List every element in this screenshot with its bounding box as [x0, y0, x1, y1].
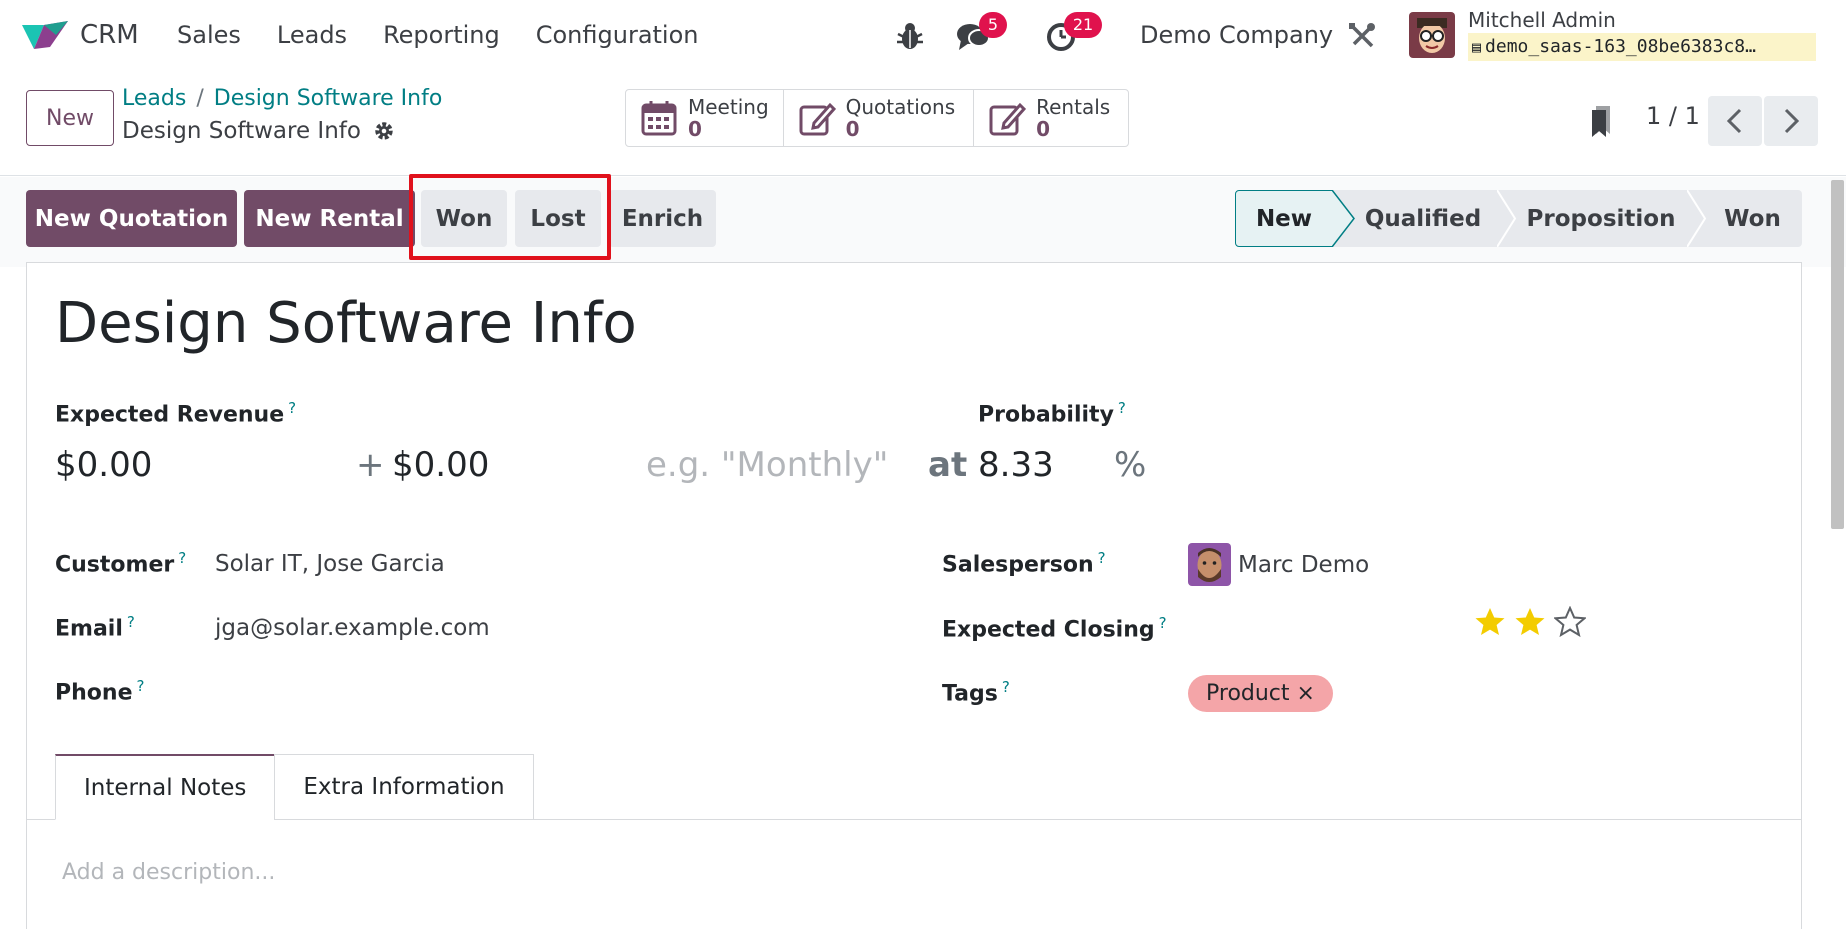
top-navbar: CRM Sales Leads Reporting Configuration …: [0, 0, 1846, 72]
record-title: Design Software Info: [122, 118, 395, 144]
main-menu: Sales Leads Reporting Configuration: [177, 21, 699, 49]
menu-leads[interactable]: Leads: [277, 21, 347, 49]
quotations-count: 0: [845, 117, 860, 141]
menu-configuration[interactable]: Configuration: [536, 21, 699, 49]
stage-arrow-active: [1332, 190, 1355, 247]
messages-badge: 5: [979, 12, 1007, 38]
recurring-revenue-input[interactable]: $0.00: [392, 445, 489, 485]
priority-stars: [1474, 606, 1586, 638]
rentals-count: 0: [1036, 117, 1051, 141]
percent-sign: %: [1114, 445, 1147, 485]
new-rental-button[interactable]: New Rental: [244, 190, 415, 247]
chevron-left-icon: [1726, 108, 1742, 134]
stage-qualified[interactable]: Qualified: [1333, 190, 1499, 247]
tags-label: Tags?: [942, 678, 1010, 707]
user-avatar[interactable]: [1409, 12, 1455, 58]
salesperson-input[interactable]: Marc Demo: [1238, 552, 1369, 578]
database-icon: ▤: [1472, 38, 1482, 56]
database-name: ▤ demo_saas-163_08be6383c8…: [1468, 33, 1816, 61]
app-name[interactable]: CRM: [80, 20, 139, 50]
breadcrumb: Leads / Design Software Info: [122, 86, 442, 111]
probability-input[interactable]: 8.33: [978, 445, 1054, 485]
notebook-tabs: Internal Notes Extra Information: [55, 754, 534, 820]
calendar-icon: [641, 101, 677, 136]
chevron-right-icon: [1784, 108, 1800, 134]
email-label: Email?: [55, 613, 135, 642]
user-name[interactable]: Mitchell Admin: [1468, 8, 1616, 32]
breadcrumb-current[interactable]: Design Software Info: [214, 86, 443, 111]
highlight-annotation: [409, 174, 611, 260]
phone-label: Phone?: [55, 677, 145, 706]
tab-internal-notes[interactable]: Internal Notes: [55, 754, 276, 820]
customer-label: Customer?: [55, 549, 187, 578]
recurring-plan-input[interactable]: e.g. "Monthly": [646, 445, 888, 485]
pager-next-button[interactable]: [1764, 96, 1818, 146]
gear-icon[interactable]: [373, 120, 395, 142]
crm-logo-icon[interactable]: [20, 19, 70, 53]
bug-icon[interactable]: [892, 18, 928, 54]
product-tag[interactable]: Product ×: [1188, 675, 1333, 712]
menu-reporting[interactable]: Reporting: [383, 21, 500, 49]
record-title-text: Design Software Info: [122, 118, 361, 144]
expected-closing-input[interactable]: [1188, 614, 1448, 644]
rentals-label: Rentals: [1036, 95, 1111, 119]
expected-closing-label: Expected Closing?: [942, 614, 1167, 643]
meeting-label: Meeting: [688, 95, 769, 119]
quotations-label: Quotations: [845, 95, 956, 119]
lead-name-field[interactable]: Design Software Info: [55, 291, 637, 356]
breadcrumb-leads[interactable]: Leads: [122, 86, 186, 111]
new-record-button[interactable]: New: [26, 90, 114, 146]
tools-icon[interactable]: [1346, 20, 1378, 52]
customer-input[interactable]: Solar IT, Jose Garcia: [215, 551, 445, 577]
email-input[interactable]: jga@solar.example.com: [215, 615, 490, 641]
at-label: at: [928, 445, 968, 485]
tab-extra-information[interactable]: Extra Information: [274, 754, 534, 820]
expected-revenue-input[interactable]: $0.00: [55, 445, 152, 485]
page-scrollbar[interactable]: [1831, 180, 1844, 529]
enrich-button[interactable]: Enrich: [609, 190, 716, 247]
salesperson-avatar: [1188, 543, 1231, 586]
bookmark-icon[interactable]: [1590, 104, 1612, 138]
quotations-smart-button[interactable]: Quotations 0: [782, 89, 975, 147]
star-filled-icon[interactable]: [1514, 606, 1546, 638]
stage-pipeline: New Qualified Proposition Won: [1235, 190, 1802, 247]
form-sheet: [26, 262, 1802, 929]
edit-icon: [799, 102, 836, 136]
activities-badge: 21: [1064, 12, 1102, 38]
salesperson-label: Salesperson?: [942, 549, 1106, 578]
plus-sign: +: [356, 445, 385, 485]
expected-revenue-label: Expected Revenue?: [55, 399, 297, 428]
meeting-count: 0: [688, 117, 702, 141]
stage-proposition[interactable]: Proposition: [1499, 190, 1689, 247]
new-quotation-button[interactable]: New Quotation: [26, 190, 237, 247]
rentals-smart-button[interactable]: Rentals 0: [973, 89, 1130, 147]
pager-value[interactable]: 1 / 1: [1646, 102, 1700, 130]
meeting-smart-button[interactable]: Meeting 0: [625, 89, 784, 147]
company-switcher[interactable]: Demo Company: [1140, 21, 1333, 49]
edit-icon: [989, 102, 1027, 136]
probability-label: Probability?: [978, 399, 1126, 428]
stage-arrow-separator: [1687, 190, 1707, 247]
smart-buttons: Meeting 0 Quotations 0 Rentals 0: [625, 89, 1130, 147]
phone-input[interactable]: [215, 679, 915, 709]
star-filled-icon[interactable]: [1474, 606, 1506, 638]
description-editor[interactable]: Add a description...: [62, 860, 275, 885]
stage-new[interactable]: New: [1235, 190, 1333, 247]
control-panel: New Leads / Design Software Info Design So…: [0, 72, 1846, 176]
pager-previous-button[interactable]: [1708, 96, 1762, 146]
star-empty-icon[interactable]: [1554, 606, 1586, 638]
breadcrumb-separator: /: [196, 86, 204, 111]
menu-sales[interactable]: Sales: [177, 21, 241, 49]
stage-arrow-separator: [1497, 190, 1517, 247]
